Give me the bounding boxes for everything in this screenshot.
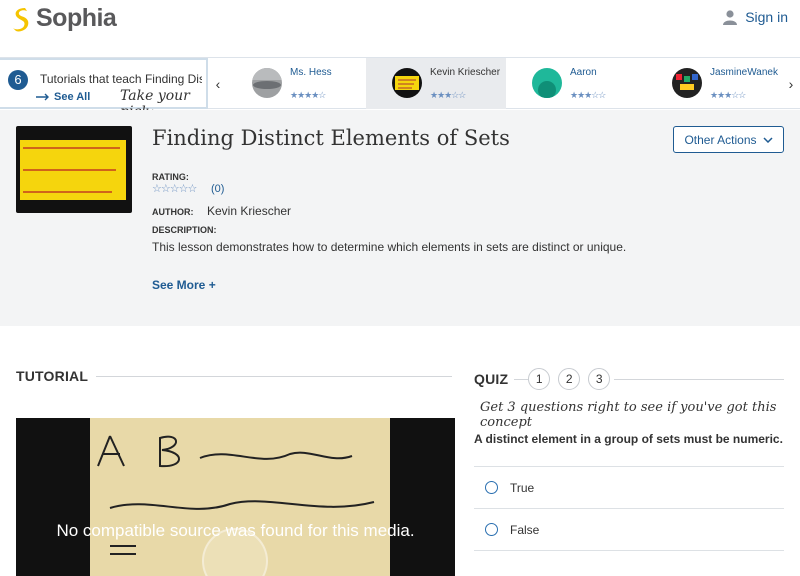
quiz-section-header: QUIZ 1 2 3 bbox=[474, 368, 784, 390]
tutor-avatar bbox=[532, 68, 562, 98]
other-actions-label: Other Actions bbox=[684, 132, 757, 147]
radio-button[interactable] bbox=[485, 481, 498, 494]
answer-option-false[interactable]: False bbox=[474, 509, 784, 551]
description-label: DESCRIPTION: bbox=[152, 225, 217, 235]
answer-option-true[interactable]: True bbox=[474, 467, 784, 509]
quiz-question-1[interactable]: 1 bbox=[528, 368, 551, 390]
divider bbox=[614, 378, 784, 380]
sophia-logo[interactable]: Sophia bbox=[10, 4, 117, 33]
brand-name: Sophia bbox=[36, 4, 117, 32]
arrow-right-icon bbox=[36, 93, 49, 101]
sophia-logo-icon bbox=[13, 7, 29, 31]
chevron-left-icon[interactable]: ‹ bbox=[209, 58, 227, 109]
tutor-card-kevin-kriescher[interactable]: Kevin Kriescher ★★★☆☆ bbox=[366, 58, 506, 109]
tutor-name: Aaron bbox=[570, 67, 597, 78]
tutor-rating-stars: ★★★☆☆ bbox=[430, 90, 466, 100]
tutorials-summary-text: Tutorials that teach Finding Distinct El… bbox=[40, 72, 202, 86]
chevron-right-icon[interactable]: › bbox=[782, 58, 800, 109]
other-actions-button[interactable]: Other Actions bbox=[673, 126, 784, 153]
quiz-question-2[interactable]: 2 bbox=[558, 368, 581, 390]
tutorials-summary: 6 Tutorials that teach Finding Distinct … bbox=[0, 58, 208, 120]
site-header: Sophia Sign in bbox=[0, 0, 800, 56]
tutor-name: JasmineWanek bbox=[710, 67, 778, 78]
tutor-rating-stars: ★★★☆☆ bbox=[570, 90, 606, 100]
sign-in-link[interactable]: Sign in bbox=[723, 9, 788, 25]
video-error-message: No compatible source was found for this … bbox=[56, 521, 415, 540]
tutorial-heading: TUTORIAL bbox=[16, 368, 89, 384]
chevron-down-icon bbox=[762, 136, 773, 143]
user-icon bbox=[723, 9, 738, 25]
tutorial-section-header: TUTORIAL bbox=[16, 368, 452, 384]
lesson-thumbnail bbox=[16, 126, 132, 213]
divider bbox=[96, 375, 452, 377]
see-all-label: See All bbox=[54, 91, 91, 103]
quiz-question-3[interactable]: 3 bbox=[588, 368, 611, 390]
quiz-heading: QUIZ bbox=[474, 371, 509, 387]
tutor-name: Ms. Hess bbox=[290, 67, 332, 78]
answer-list: True False bbox=[474, 466, 784, 551]
tutor-card-aaron[interactable]: Aaron ★★★☆☆ bbox=[506, 58, 646, 109]
rating-label: RATING: bbox=[152, 172, 189, 182]
tutor-rating-stars: ★★★☆☆ bbox=[710, 90, 746, 100]
rating-stars[interactable]: ☆☆☆☆☆ bbox=[152, 182, 197, 195]
tutor-name: Kevin Kriescher bbox=[430, 67, 501, 78]
quiz-question-text: A distinct element in a group of sets mu… bbox=[474, 432, 783, 446]
description-text: This lesson demonstrates how to determin… bbox=[152, 240, 627, 254]
sign-in-label: Sign in bbox=[745, 9, 788, 25]
tutorial-count-badge: 6 bbox=[8, 70, 28, 90]
radio-button[interactable] bbox=[485, 523, 498, 536]
rating-count[interactable]: (0) bbox=[211, 183, 224, 195]
tutor-rating-stars: ★★★★☆ bbox=[290, 90, 326, 100]
thumbnail-whiteboard bbox=[20, 140, 126, 200]
lesson-overview: Finding Distinct Elements of Sets Other … bbox=[0, 110, 800, 326]
video-player[interactable]: No compatible source was found for this … bbox=[16, 418, 455, 576]
see-all-link[interactable]: See All bbox=[36, 91, 90, 103]
tutor-avatar bbox=[672, 68, 702, 98]
see-more-link[interactable]: See More + bbox=[152, 278, 216, 292]
quiz-prompt: Get 3 questions right to see if you've g… bbox=[480, 400, 777, 430]
tutor-avatar bbox=[392, 68, 422, 98]
answer-label: True bbox=[510, 480, 535, 495]
tutorial-selector-bar: 6 Tutorials that teach Finding Distinct … bbox=[0, 57, 800, 120]
lesson-title: Finding Distinct Elements of Sets bbox=[152, 126, 510, 150]
author-name: Kevin Kriescher bbox=[207, 204, 292, 218]
tutor-avatar bbox=[252, 68, 282, 98]
tutor-card-ms-hess[interactable]: Ms. Hess ★★★★☆ bbox=[226, 58, 366, 109]
author-label: AUTHOR: bbox=[152, 207, 194, 217]
divider bbox=[514, 378, 529, 380]
tutor-card-jasminewanek[interactable]: JasmineWanek ★★★☆☆ bbox=[646, 58, 786, 109]
answer-label: False bbox=[510, 522, 540, 537]
